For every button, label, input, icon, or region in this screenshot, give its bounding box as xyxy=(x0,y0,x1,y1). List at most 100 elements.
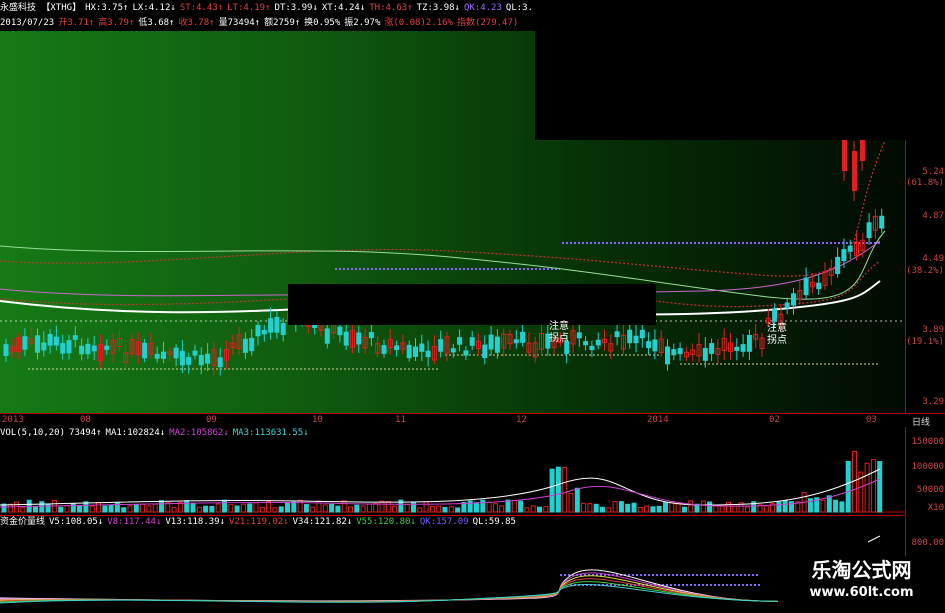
volume-bar xyxy=(133,503,139,513)
volume-bar xyxy=(618,501,624,513)
time-label: 11 xyxy=(395,415,406,425)
volume-bar xyxy=(644,505,650,513)
volume-bar xyxy=(303,504,309,513)
volume-bar xyxy=(839,501,845,513)
candle-body xyxy=(104,345,110,350)
volume-bar xyxy=(89,505,95,513)
volume-bar xyxy=(58,506,64,513)
quote-field: LT:4.19↑ xyxy=(227,3,271,13)
volume-bar xyxy=(663,502,668,513)
watermark-url: www.60lt.com xyxy=(809,585,914,600)
volume-bar xyxy=(373,502,379,513)
capital-flow-panel[interactable] xyxy=(0,528,906,609)
volume-bar xyxy=(719,505,725,513)
candle-body xyxy=(841,249,847,262)
time-label: 08 xyxy=(80,415,91,425)
flow-indicator: V8:117.44↓ xyxy=(107,517,162,527)
volume-bar xyxy=(272,507,278,513)
candle-body xyxy=(249,337,255,352)
volume-bar xyxy=(291,501,297,513)
volume-bar xyxy=(354,504,360,513)
capital-flow-svg xyxy=(0,535,906,604)
quote-field: 指数(279.47) xyxy=(456,18,519,28)
volume-bar xyxy=(392,505,398,513)
volume-bar xyxy=(713,505,719,513)
candle-body xyxy=(280,322,286,335)
volume-bar xyxy=(209,505,215,513)
candle-body xyxy=(3,344,9,356)
quote-field: DT:3.99↓ xyxy=(274,3,318,13)
volume-bar xyxy=(562,466,568,513)
volume-bar xyxy=(436,505,442,513)
volume-bar xyxy=(480,499,486,513)
flow-line xyxy=(0,578,906,603)
volume-bar xyxy=(184,500,190,513)
candle-body xyxy=(457,337,463,345)
candle-body xyxy=(784,302,790,309)
volume-bar xyxy=(474,502,479,513)
quote-field: ST:4.43↑ xyxy=(179,3,224,13)
volume-bar xyxy=(732,505,738,513)
volume-bar xyxy=(870,459,876,513)
candle-body xyxy=(772,309,778,322)
volume-bar xyxy=(39,501,45,513)
flow-indicator: V34:121.82↓ xyxy=(292,517,353,527)
candle-body xyxy=(356,332,362,345)
candle-body xyxy=(91,345,97,352)
quote-header-line1: 永盛科技 【XTHG】 HX:3.75↑ LX:4.12↓ ST:4.43↑ LT:4.… xyxy=(0,0,535,16)
volume-bar xyxy=(543,506,549,513)
volume-bar xyxy=(171,507,177,513)
time-label: 2014 xyxy=(647,415,669,425)
volume-bar xyxy=(417,507,423,513)
flow-line xyxy=(0,575,906,603)
candle-body xyxy=(469,337,475,346)
candle-body xyxy=(589,345,595,351)
volume-bar xyxy=(64,505,70,513)
flow-indicator: 资金价量线 xyxy=(0,517,46,527)
watermark-title: 乐淘公式网 xyxy=(811,558,912,582)
candle-body xyxy=(60,343,66,354)
flow-line xyxy=(0,583,906,604)
candle-body xyxy=(47,333,53,346)
volume-ma xyxy=(0,468,881,506)
candle-body xyxy=(671,349,677,356)
candle-body xyxy=(173,347,179,359)
annotation-line: 注意 xyxy=(549,321,569,332)
candle-body xyxy=(368,332,374,339)
volume-bar xyxy=(549,468,555,513)
volume-bar xyxy=(247,503,253,513)
candle-body xyxy=(816,282,822,290)
volume-bar xyxy=(782,500,788,513)
time-label: 03 xyxy=(866,415,877,425)
volume-bar xyxy=(285,501,290,513)
volume-bar xyxy=(240,503,246,513)
candle-body xyxy=(261,329,267,335)
candle-body xyxy=(66,340,72,354)
candle-body xyxy=(72,335,78,340)
volume-bar xyxy=(360,505,366,513)
volume-bar xyxy=(253,502,259,513)
candle-body xyxy=(488,334,494,350)
time-label: 2013 xyxy=(2,415,24,425)
volume-tick: 50000 xyxy=(916,485,944,495)
candle-body xyxy=(154,353,160,359)
price-axis: 5.24 (61.8%) 4.87 4.49 (38.2%) 3.89 (19.… xyxy=(905,140,945,413)
candle-body xyxy=(324,328,330,344)
volume-bar xyxy=(499,505,505,513)
volume-ma xyxy=(0,478,881,508)
volume-axis: 150000 100000 50000 X10 xyxy=(905,427,945,515)
quote-field: 永盛科技 【XTHG】 xyxy=(0,3,82,13)
price-tick: (19.1%) xyxy=(906,337,944,347)
quote-field: QL:3. xyxy=(505,3,533,13)
volume-panel[interactable] xyxy=(0,439,905,516)
volume-bar xyxy=(612,500,618,513)
quote-field: XT:4.24↓ xyxy=(321,3,366,13)
candle-body xyxy=(419,343,425,352)
candle-body xyxy=(677,348,683,355)
volume-bar xyxy=(7,503,13,513)
volume-bar xyxy=(159,500,164,513)
candle-body xyxy=(450,348,456,353)
candle-body xyxy=(482,344,488,359)
volume-bar xyxy=(826,495,832,513)
candle-body xyxy=(702,347,708,361)
